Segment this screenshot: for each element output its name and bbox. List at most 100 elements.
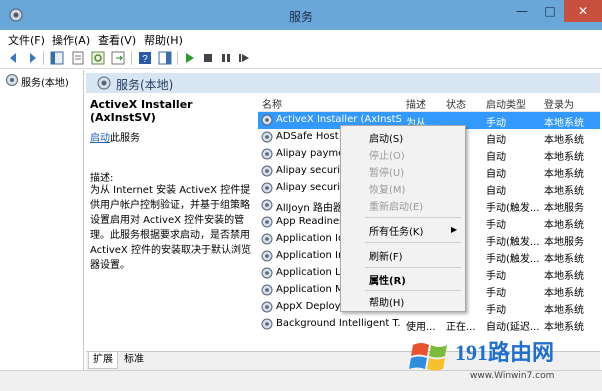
refresh-icon[interactable] — [90, 50, 106, 66]
service-name: ActiveX Installer (AxInstSV) — [276, 114, 401, 125]
watermark-url: www.Winwin7.com — [470, 371, 555, 381]
toolbar-separator — [177, 51, 178, 65]
service-gear-icon — [261, 284, 273, 296]
maximize-button[interactable]: □ — [536, 0, 564, 22]
menu-item-pause[interactable]: 暂停(U) — [369, 164, 404, 179]
service-logon-as: 本地系统 — [544, 254, 584, 265]
service-description-pane: ActiveX Installer (AxInstSV) 启动此服务 描述: 为… — [86, 93, 256, 351]
back-arrow-icon[interactable] — [6, 50, 22, 66]
close-button[interactable]: ✕ — [564, 0, 602, 22]
service-gear-icon — [261, 233, 273, 245]
menu-item-stop[interactable]: 停止(O) — [369, 147, 405, 162]
export-list-icon[interactable] — [110, 50, 126, 66]
service-startup-type: 手动 — [486, 288, 506, 299]
menu-separator — [365, 217, 461, 218]
menu-item-start[interactable]: 启动(S) — [369, 130, 403, 145]
service-logon-as: 本地系统 — [544, 220, 584, 231]
table-row[interactable]: Background Intelligent T... 使用... 正在... 自动(… — [258, 316, 600, 333]
description-label: 描述: — [90, 173, 114, 184]
svg-text:?: ? — [142, 54, 148, 65]
menu-item-refresh[interactable]: 刷新(F) — [369, 248, 403, 263]
service-logon-as: 本地系统 — [544, 186, 584, 197]
tree-node-services-local[interactable]: 服务(本地) — [5, 73, 81, 89]
service-logon-as: 本地系统 — [544, 322, 584, 333]
show-hide-pane-icon[interactable] — [157, 50, 173, 66]
service-gear-icon — [261, 301, 273, 313]
service-status: 正在... — [446, 322, 476, 333]
service-startup-type: 手动(触发... — [486, 203, 540, 214]
stop-service-icon[interactable] — [200, 50, 216, 66]
column-header-name[interactable]: 名称 — [262, 96, 282, 111]
service-logon-as: 本地系统 — [544, 271, 584, 282]
service-logon-as: 本地服务 — [544, 237, 584, 248]
console-tree-icon[interactable] — [49, 50, 65, 66]
menu-separator — [365, 267, 461, 268]
service-gear-icon — [261, 216, 273, 228]
start-service-line: 启动此服务 — [90, 129, 140, 144]
description-text: 为从 Internet 安装 ActiveX 控件提供用户帐户控制验证，并基于组… — [90, 185, 251, 271]
service-gear-icon — [261, 131, 273, 143]
watermark: 191路由网 www.Winwin7.com — [405, 333, 600, 389]
menu-help[interactable]: 帮助(H) — [144, 32, 183, 48]
service-startup-type: 手动 — [486, 118, 506, 129]
service-gear-icon — [261, 267, 273, 279]
service-startup-type: 手动(触发... — [486, 237, 540, 248]
menu-file[interactable]: 文件(F) — [8, 32, 45, 48]
selected-service-title: ActiveX Installer (AxInstSV) — [90, 98, 193, 124]
tree-node-label: 服务(本地) — [21, 78, 69, 89]
column-header-logon-as[interactable]: 登录为 — [544, 96, 574, 111]
forward-arrow-icon[interactable] — [24, 50, 40, 66]
service-logon-as: 本地服务 — [544, 203, 584, 214]
service-startup-type: 自动(延迟... — [486, 322, 540, 333]
start-service-icon[interactable] — [182, 50, 198, 66]
services-window: 服务 — □ ✕ 文件(F) 操作(A) 查看(V) 帮助(H) ? 服务(本地… — [0, 0, 602, 391]
service-startup-type: 手动 — [486, 220, 506, 231]
service-logon-as: 本地系统 — [544, 152, 584, 163]
menu-item-help[interactable]: 帮助(H) — [369, 294, 404, 309]
column-header-startup-type[interactable]: 启动类型 — [486, 96, 526, 111]
help-icon[interactable]: ? — [137, 50, 153, 66]
service-startup-type: 自动 — [486, 169, 506, 180]
menu-separator — [365, 242, 461, 243]
service-startup-type: 手动(触发... — [486, 254, 540, 265]
start-service-link[interactable]: 启动 — [90, 133, 110, 144]
service-gear-icon — [261, 114, 273, 126]
menu-item-properties[interactable]: 属性(R) — [369, 272, 406, 287]
service-startup-type: 自动 — [486, 186, 506, 197]
service-gear-icon — [261, 318, 273, 330]
service-gear-icon — [261, 199, 273, 211]
menu-item-all-tasks[interactable]: 所有任务(K) — [369, 223, 423, 238]
service-startup-type: 手动 — [486, 305, 506, 316]
restart-service-icon[interactable] — [236, 50, 252, 66]
service-logon-as: 本地系统 — [544, 135, 584, 146]
service-name: Background Intelligent T... — [276, 318, 401, 329]
column-header-status[interactable]: 状态 — [446, 96, 466, 111]
service-gear-icon — [261, 182, 273, 194]
service-startup-type: 自动 — [486, 135, 506, 146]
services-gear-icon — [97, 76, 111, 90]
menu-bar: 文件(F) 操作(A) 查看(V) 帮助(H) — [0, 30, 602, 48]
toolbar-separator — [43, 51, 44, 65]
minimize-button[interactable]: — — [508, 0, 536, 22]
service-logon-as: 本地系统 — [544, 169, 584, 180]
service-startup-type: 手动 — [486, 271, 506, 282]
service-logon-as: 本地系统 — [544, 288, 584, 299]
properties-icon[interactable] — [70, 50, 86, 66]
panel-header-title: 服务(本地) — [116, 78, 174, 92]
menu-view[interactable]: 查看(V) — [98, 32, 136, 48]
windows-logo-icon — [409, 343, 447, 371]
services-gear-icon — [6, 74, 18, 86]
column-header-description[interactable]: 描述 — [406, 96, 426, 111]
list-header: 名称 描述 状态 启动类型 登录为 — [258, 93, 600, 112]
tab-standard[interactable]: 标准 — [120, 352, 148, 368]
tab-extended[interactable]: 扩展 — [88, 352, 118, 369]
pause-service-icon[interactable] — [218, 50, 234, 66]
menu-item-resume[interactable]: 恢复(M) — [369, 181, 405, 196]
service-startup-type: 自动 — [486, 152, 506, 163]
context-menu: 启动(S) 停止(O) 暂停(U) 恢复(M) 重新启动(E) 所有任务(K) … — [340, 125, 466, 312]
menu-action[interactable]: 操作(A) — [52, 32, 90, 48]
watermark-site-name: 191路由网 — [455, 340, 555, 365]
service-gear-icon — [261, 250, 273, 262]
toolbar-separator — [131, 51, 132, 65]
menu-item-restart[interactable]: 重新启动(E) — [369, 198, 423, 213]
